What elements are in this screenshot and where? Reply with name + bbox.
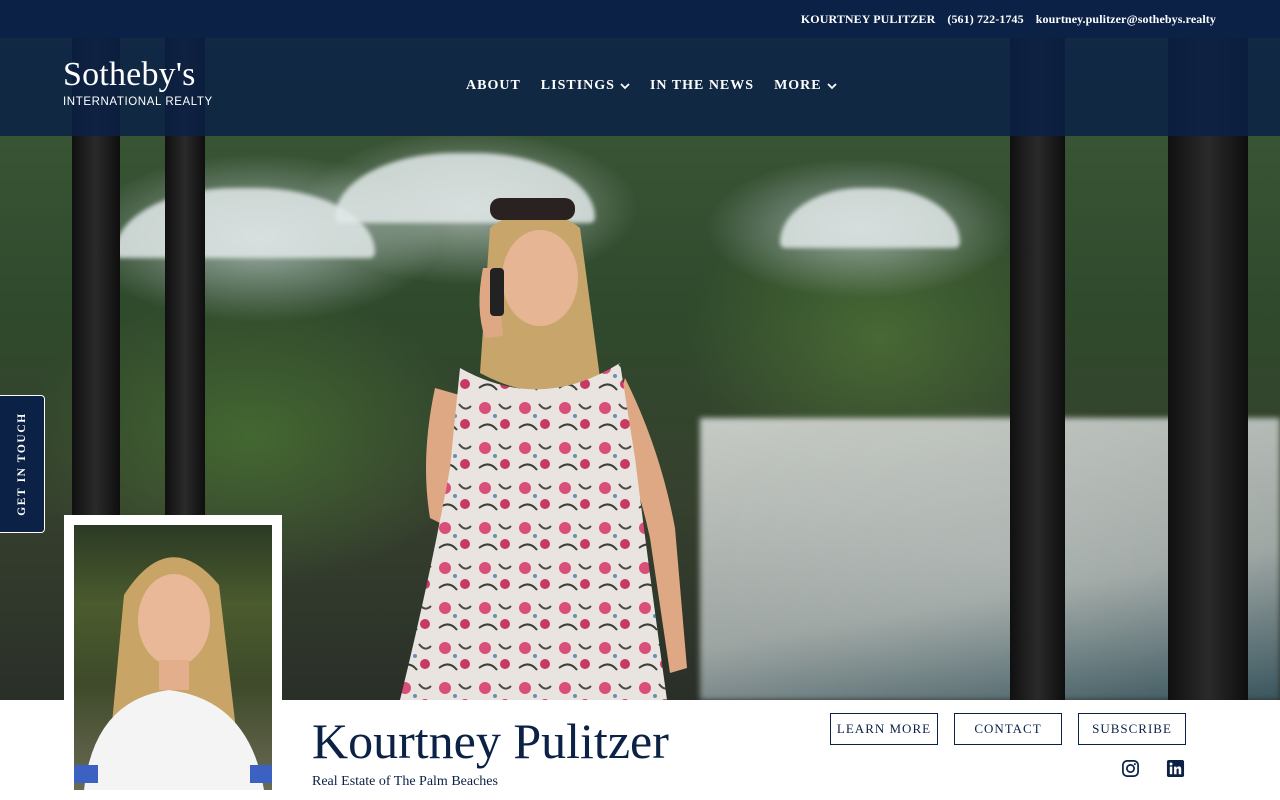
- top-contact-bar: KOURTNEY PULITZER (561) 722-1745 kourtne…: [0, 0, 1280, 38]
- social-links: [1121, 759, 1185, 778]
- umbrella-shape: [115, 188, 375, 258]
- nav-about-label: ABOUT: [466, 78, 521, 93]
- nav-in-the-news-label: IN THE NEWS: [649, 78, 755, 93]
- contact-button[interactable]: CONTACT: [954, 713, 1062, 745]
- agent-name-label: KOURTNEY PULITZER: [800, 11, 936, 26]
- nav-more-label: MORE: [774, 78, 822, 93]
- primary-nav: ABOUT LISTINGS IN THE NEWS MORE: [466, 78, 837, 94]
- pillar: [1168, 38, 1248, 700]
- get-in-touch-label: GET IN TOUCH: [16, 412, 29, 516]
- chevron-down-icon: [826, 83, 837, 90]
- nav-in-the-news[interactable]: IN THE NEWS: [650, 78, 754, 94]
- sothebys-logo[interactable]: Sotheby's INTERNATIONAL REALTY: [63, 56, 213, 109]
- nav-more[interactable]: MORE: [774, 78, 837, 94]
- linkedin-icon[interactable]: [1166, 759, 1185, 778]
- instagram-icon[interactable]: [1121, 759, 1140, 778]
- agent-tagline: Real Estate of The Palm Beaches: [312, 774, 498, 789]
- learn-more-button[interactable]: LEARN MORE: [830, 713, 938, 745]
- logo-subtitle: INTERNATIONAL REALTY: [63, 96, 213, 108]
- chevron-down-icon: [620, 83, 630, 90]
- woman-on-phone-figure: [400, 198, 687, 700]
- agent-name-heading: Kourtney Pulitzer: [312, 713, 669, 769]
- get-in-touch-tab[interactable]: GET IN TOUCH: [0, 395, 45, 533]
- agent-headshot-figure: [74, 557, 272, 790]
- nav-listings[interactable]: LISTINGS: [541, 78, 630, 94]
- logo-wordmark: Sotheby's: [63, 56, 196, 93]
- agent-headshot: [74, 525, 272, 790]
- nav-about[interactable]: ABOUT: [466, 78, 521, 94]
- subscribe-button[interactable]: SUBSCRIBE: [1078, 713, 1186, 745]
- pillar: [1010, 38, 1065, 700]
- email-link[interactable]: kourtney.pulitzer@sothebys.realty: [1036, 12, 1216, 27]
- agent-profile-photo-frame: [64, 515, 282, 800]
- action-buttons: LEARN MORE CONTACT SUBSCRIBE: [830, 713, 1186, 745]
- nav-listings-label: LISTINGS: [540, 78, 615, 93]
- phone-link[interactable]: (561) 722-1745: [947, 12, 1023, 27]
- umbrella-shape: [780, 188, 960, 248]
- main-navbar: Sotheby's INTERNATIONAL REALTY ABOUT LIS…: [0, 38, 1280, 136]
